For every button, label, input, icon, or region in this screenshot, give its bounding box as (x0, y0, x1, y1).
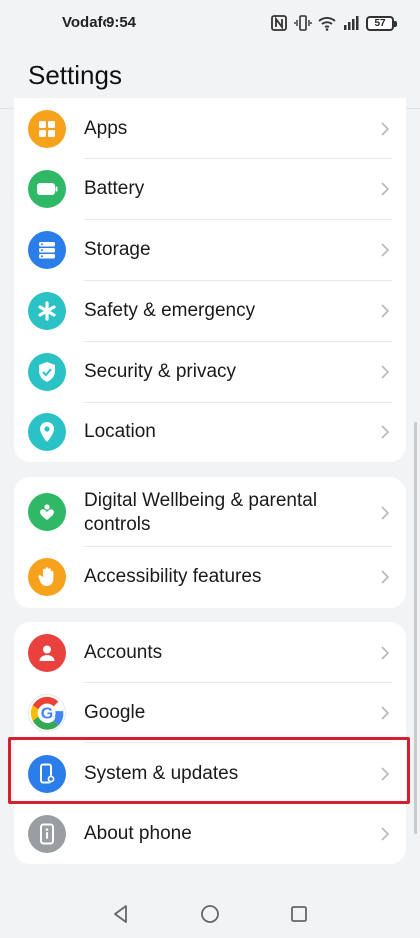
settings-group-main: Apps Battery Storage Safety & emergency … (14, 98, 406, 462)
wifi-icon (318, 17, 336, 31)
google-icon: G (28, 694, 66, 732)
chevron-right-icon (381, 365, 390, 379)
settings-item-battery[interactable]: Battery (14, 159, 406, 220)
home-icon[interactable] (199, 903, 221, 925)
apps-icon (28, 110, 66, 148)
page-title: Settings (28, 60, 122, 90)
back-icon[interactable] (110, 903, 132, 925)
location-pin-icon (28, 413, 66, 451)
settings-item-label: Accounts (84, 642, 163, 663)
asterisk-icon (28, 292, 66, 330)
chevron-right-icon (381, 425, 390, 439)
settings-item-label: Storage (84, 239, 151, 260)
settings-item-about-phone[interactable]: About phone (14, 804, 406, 864)
chevron-right-icon (381, 506, 390, 520)
shield-icon (28, 353, 66, 391)
signal-icon (344, 16, 359, 30)
chevron-right-icon (381, 570, 390, 584)
chevron-right-icon (381, 304, 390, 318)
account-icon (28, 634, 66, 672)
svg-text:G: G (41, 705, 54, 723)
settings-item-apps[interactable]: Apps (14, 98, 406, 159)
hand-icon (28, 558, 66, 596)
wellbeing-icon (28, 493, 66, 531)
chevron-right-icon (381, 646, 390, 660)
recent-apps-icon[interactable] (288, 903, 310, 925)
settings-item-location[interactable]: Location (14, 403, 406, 462)
scrollbar[interactable] (414, 422, 417, 834)
settings-group-wellbeing: Digital Wellbeing & parental controls Ac… (14, 477, 406, 608)
chevron-right-icon (381, 827, 390, 841)
settings-item-label-line1: Digital Wellbeing & parental (84, 490, 318, 511)
status-icons: 57 (270, 14, 397, 32)
status-left: Vodafone 9:54 (62, 14, 136, 31)
highlight-box (8, 737, 410, 804)
settings-item-safety[interactable]: Safety & emergency (14, 281, 406, 342)
settings-item-google[interactable]: G Google (14, 683, 406, 743)
battery-indicator: 57 (366, 15, 397, 31)
chevron-right-icon (381, 182, 390, 196)
battery-icon (28, 170, 66, 208)
nfc-icon (271, 15, 287, 31)
vibrate-icon (294, 15, 312, 31)
chevron-right-icon (381, 122, 390, 136)
settings-item-label: Safety & emergency (84, 300, 256, 321)
settings-item-label: Apps (84, 118, 128, 139)
settings-item-label-line2: controls (84, 514, 151, 535)
settings-item-digital-wellbeing[interactable]: Digital Wellbeing & parental controls (14, 477, 406, 547)
info-icon (28, 815, 66, 853)
settings-item-label: Battery (84, 178, 145, 199)
settings-item-security[interactable]: Security & privacy (14, 342, 406, 403)
settings-item-label: Accessibility features (84, 566, 262, 587)
status-bar: Vodafone 9:54 57 (0, 0, 420, 48)
storage-icon (28, 231, 66, 269)
carrier-label: Vodafone (62, 14, 106, 31)
chevron-right-icon (381, 706, 390, 720)
settings-item-accounts[interactable]: Accounts (14, 622, 406, 683)
clock: 9:54 (106, 14, 137, 31)
settings-item-label: Security & privacy (84, 361, 237, 382)
chevron-right-icon (381, 243, 390, 257)
settings-item-storage[interactable]: Storage (14, 220, 406, 281)
settings-item-label: About phone (84, 823, 192, 844)
settings-item-label: Location (84, 421, 156, 442)
navigation-bar (0, 895, 420, 935)
settings-item-accessibility[interactable]: Accessibility features (14, 547, 406, 608)
settings-item-label: Google (84, 702, 146, 723)
